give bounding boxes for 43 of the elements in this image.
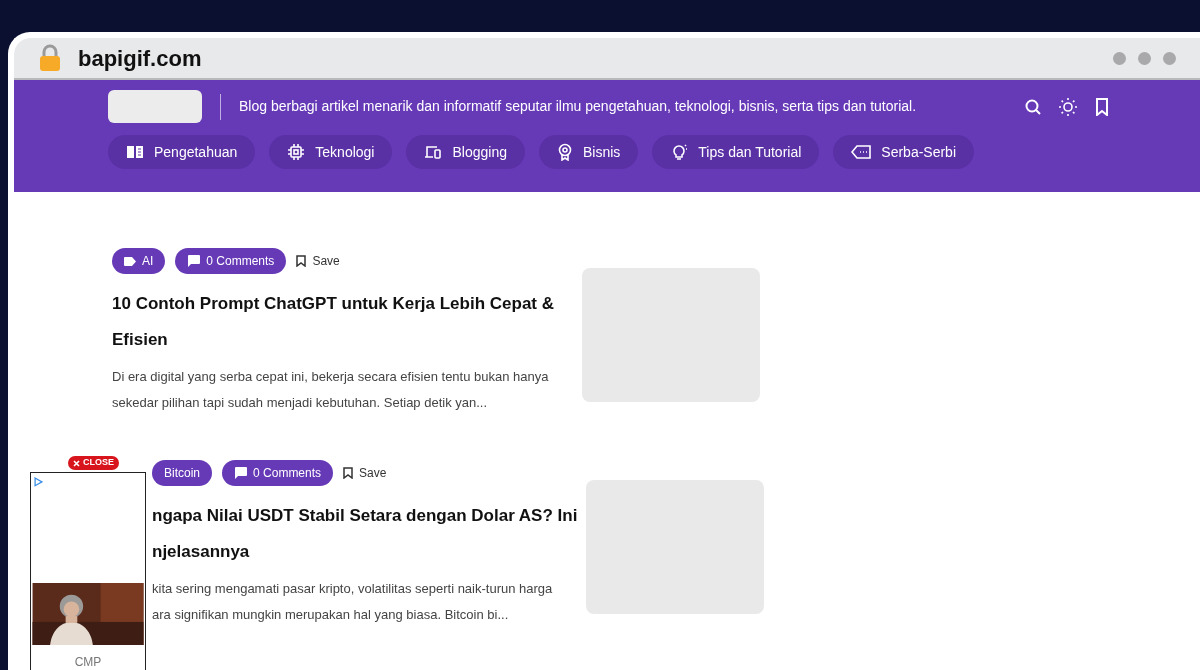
award-icon <box>556 143 573 161</box>
close-icon <box>73 459 80 467</box>
devices-icon <box>424 144 443 160</box>
search-icon[interactable] <box>1024 97 1042 116</box>
article-excerpt: sekedar pilihan tapi sudah menjadi kebutuhan. Setiap detik yan... <box>112 394 488 412</box>
category-pill[interactable]: Blogging <box>406 135 525 169</box>
bookmark-icon <box>296 255 307 267</box>
article-title[interactable]: 10 Contoh Prompt ChatGPT untuk Kerja Lebih Cepat & <box>112 286 555 322</box>
close-button[interactable]: CLOSE <box>68 456 119 470</box>
save-button[interactable]: Save <box>343 464 387 482</box>
tag-icon <box>851 145 872 159</box>
save-button[interactable]: Save <box>296 252 340 270</box>
lightbulb-icon <box>670 143 689 161</box>
ad-choices-icon[interactable] <box>34 477 43 487</box>
label-icon <box>124 256 136 266</box>
address-text: bapigif.com <box>78 44 202 73</box>
category-pill[interactable]: Pengetahuan <box>108 135 256 169</box>
comment-icon <box>234 467 248 479</box>
ad-caption: CMP <box>73 654 103 670</box>
lock-icon <box>38 44 62 72</box>
bookmark-icon <box>343 467 354 479</box>
book-icon <box>126 144 144 160</box>
comments-pill[interactable]: 0 Comments <box>175 248 287 274</box>
comment-icon <box>187 255 201 267</box>
comments-pill[interactable]: 0 Comments <box>222 460 334 486</box>
article-title[interactable]: Efisien <box>112 322 168 358</box>
logo-placeholder[interactable] <box>108 90 202 123</box>
sun-icon[interactable] <box>1058 96 1078 117</box>
ad-panel[interactable]: CMP <box>30 472 146 670</box>
article-excerpt: ara signifikan mungkin merupakan hal yang biasa. Bitcoin bi... <box>152 606 509 624</box>
tag-pill[interactable]: AI <box>112 248 166 274</box>
category-pill[interactable]: Teknologi <box>269 135 393 169</box>
site-tagline: Blog berbagi artikel menarik dan informatif seputar ilmu pengetahuan, teknologi, bisnis, serta tips dan tutorial. <box>239 97 917 116</box>
article-excerpt: Di era digital yang serba cepat ini, bekerja secara efisien tentu bukan hanya <box>112 368 549 386</box>
bookmark-icon[interactable] <box>1094 97 1110 116</box>
article-title[interactable]: ngapa Nilai USDT Stabil Setara dengan Dolar AS? Ini <box>152 498 578 534</box>
chip-icon <box>287 143 306 161</box>
article-title[interactable]: njelasannya <box>152 534 250 570</box>
category-pill[interactable]: Bisnis <box>538 135 639 169</box>
category-pill[interactable]: Tips dan Tutorial <box>652 135 820 169</box>
tag-pill[interactable]: Bitcoin <box>152 460 213 486</box>
article-excerpt: kita sering mengamati pasar kripto, volatilitas seperti naik-turun harga <box>152 580 553 598</box>
category-pill[interactable]: Serba-Serbi <box>833 135 974 169</box>
